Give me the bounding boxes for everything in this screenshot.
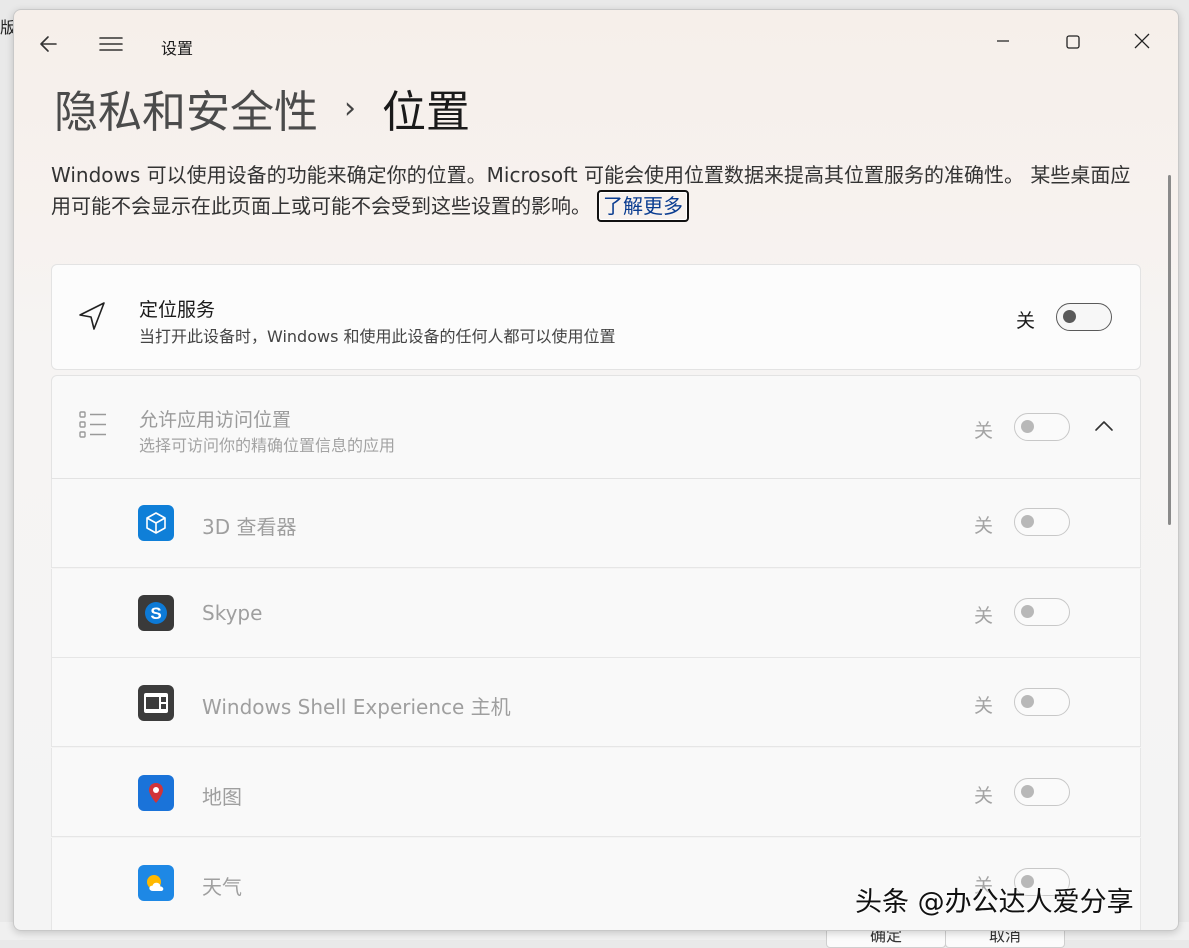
app-toggle-3d-viewer[interactable] xyxy=(1014,508,1070,536)
app-state: 关 xyxy=(974,515,994,537)
app-name: 3D 查看器 xyxy=(202,515,297,539)
location-service-state: 关 xyxy=(1016,310,1036,332)
app-state: 关 xyxy=(974,605,994,627)
app-row-shell-experience: Windows Shell Experience 主机 关 xyxy=(51,658,1141,747)
location-service-subtitle: 当打开此设备时，Windows 和使用此设备的任何人都可以使用位置 xyxy=(139,327,616,346)
app-toggle-skype[interactable] xyxy=(1014,598,1070,626)
app-toggle-shell-experience[interactable] xyxy=(1014,688,1070,716)
app-access-state: 关 xyxy=(974,420,994,442)
toggle-knob xyxy=(1021,605,1034,618)
app-name: Skype xyxy=(202,601,263,625)
window-title: 设置 xyxy=(161,39,194,58)
app-access-title: 允许应用访问位置 xyxy=(139,409,292,431)
maximize-icon[interactable] xyxy=(1050,20,1096,60)
svg-text:S: S xyxy=(150,604,161,623)
app-name: Windows Shell Experience 主机 xyxy=(202,695,511,719)
scrollbar[interactable] xyxy=(1168,175,1171,525)
weather-icon xyxy=(138,865,174,901)
watermark: 头条 @办公达人爱分享 xyxy=(855,887,1134,918)
maps-icon xyxy=(138,775,174,811)
page-title: 位置 xyxy=(382,87,470,138)
app-name: 地图 xyxy=(202,785,242,809)
chevron-up-icon[interactable] xyxy=(1092,416,1116,440)
location-service-card: 定位服务 当打开此设备时，Windows 和使用此设备的任何人都可以使用位置 关 xyxy=(51,264,1141,370)
breadcrumb-parent-link[interactable]: 隐私和安全性 xyxy=(54,76,318,140)
app-row-skype: S Skype 关 xyxy=(51,569,1141,658)
app-toggle-maps[interactable] xyxy=(1014,778,1070,806)
location-service-toggle[interactable] xyxy=(1056,303,1112,331)
back-arrow-icon[interactable] xyxy=(36,30,64,58)
hamburger-icon[interactable] xyxy=(96,30,126,58)
shell-experience-icon xyxy=(138,685,174,721)
settings-window: 设置 隐私和安全性 › 位置 Windows 可以使用设备的功能来确定你的位置。… xyxy=(13,9,1179,931)
app-access-card[interactable]: 允许应用访问位置 选择可访问你的精确位置信息的应用 关 xyxy=(51,375,1141,479)
close-icon[interactable] xyxy=(1119,20,1165,60)
minimize-icon[interactable] xyxy=(980,20,1026,60)
app-state: 关 xyxy=(974,695,994,717)
app-name: 天气 xyxy=(202,875,242,899)
skype-icon: S xyxy=(138,595,174,631)
learn-more-link[interactable]: 了解更多 xyxy=(597,190,689,222)
toggle-knob xyxy=(1021,515,1034,528)
toggle-knob xyxy=(1063,310,1076,323)
description-text: Windows 可以使用设备的功能来确定你的位置。Microsoft 可能会使用… xyxy=(51,163,1131,218)
list-icon xyxy=(78,410,110,444)
breadcrumb: 隐私和安全性 › 位置 xyxy=(54,76,470,140)
app-row-3d-viewer: 3D 查看器 关 xyxy=(51,479,1141,568)
breadcrumb-separator-icon: › xyxy=(344,90,356,126)
title-bar: 设置 xyxy=(14,10,1178,80)
app-row-maps: 地图 关 xyxy=(51,748,1141,837)
3d-viewer-icon xyxy=(138,505,174,541)
toggle-knob xyxy=(1021,785,1034,798)
page-description: Windows 可以使用设备的功能来确定你的位置。Microsoft 可能会使用… xyxy=(51,160,1141,222)
toggle-knob xyxy=(1021,695,1034,708)
app-access-toggle[interactable] xyxy=(1014,413,1070,441)
app-state: 关 xyxy=(974,785,994,807)
location-arrow-icon xyxy=(76,299,108,337)
app-access-subtitle: 选择可访问你的精确位置信息的应用 xyxy=(139,436,396,455)
toggle-knob xyxy=(1021,420,1034,433)
location-service-title: 定位服务 xyxy=(139,299,216,321)
